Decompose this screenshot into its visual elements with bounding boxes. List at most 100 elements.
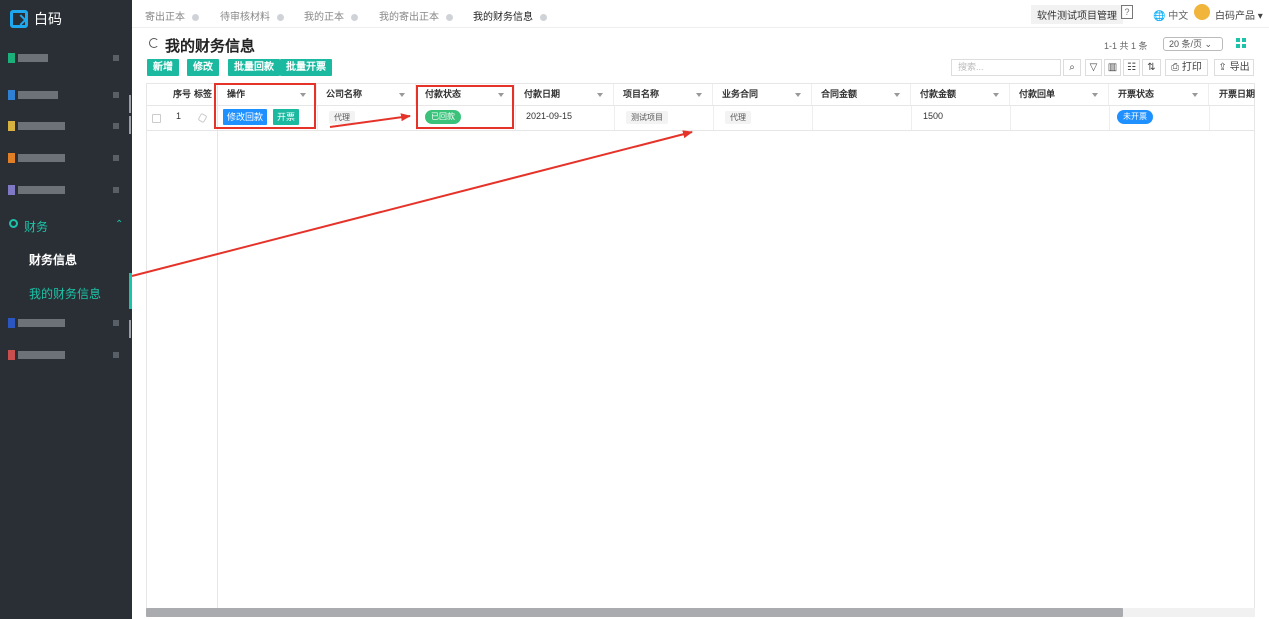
column-header-contract[interactable]: 业务合同 xyxy=(713,84,812,105)
header-label: 合同金额 xyxy=(821,89,858,99)
menu-color-icon xyxy=(8,318,15,328)
sidebar: 白码 财务 ⌃ 财务信息 我的财务信息 xyxy=(0,0,132,619)
active-indicator xyxy=(129,273,132,309)
collapse-handle[interactable] xyxy=(129,116,131,134)
chevron-icon xyxy=(113,352,119,358)
batch-payment-button[interactable]: 批量回款 xyxy=(228,59,280,76)
column-header-company[interactable]: 公司名称 xyxy=(317,84,416,105)
header-label: 公司名称 xyxy=(326,89,363,99)
user-name: 白码产品 xyxy=(1215,11,1255,22)
tab-pending-review[interactable]: 待审核材料 xyxy=(220,8,284,23)
sort-icon[interactable]: ⇅ xyxy=(1142,59,1161,76)
batch-invoice-button[interactable]: 批量开票 xyxy=(280,59,332,76)
blurred-label xyxy=(18,319,65,327)
header-label: 付款金额 xyxy=(920,89,957,99)
export-button[interactable]: ⇪ 导出 xyxy=(1214,59,1254,76)
sidebar-item-2[interactable] xyxy=(0,79,132,111)
language-switch[interactable]: 🌐 中文 xyxy=(1153,7,1188,22)
caret-down-icon xyxy=(993,93,999,97)
frozen-column-divider xyxy=(217,84,218,612)
close-icon[interactable] xyxy=(192,13,199,21)
user-menu[interactable]: 白码产品 ▾ xyxy=(1215,7,1263,22)
header-label: 付款回单 xyxy=(1019,89,1056,99)
header-label: 项目名称 xyxy=(623,89,660,99)
column-header-project[interactable]: 项目名称 xyxy=(614,84,713,105)
collapse-handle[interactable] xyxy=(129,95,131,113)
row-checkbox[interactable] xyxy=(152,114,161,123)
page-size-select[interactable]: 20 条/页 ⌄ xyxy=(1163,37,1223,51)
close-icon[interactable] xyxy=(540,13,547,21)
export-label: 导出 xyxy=(1229,62,1250,73)
column-header-invoice-date[interactable]: 开票日期 xyxy=(1209,84,1256,105)
page-title: 我的财务信息 xyxy=(165,38,256,55)
sidebar-subitem-my-finance-info[interactable]: 我的财务信息 xyxy=(29,285,101,302)
chevron-up-icon: ⌃ xyxy=(115,219,124,230)
menu-color-icon xyxy=(8,350,15,360)
edit-button[interactable]: 修改 xyxy=(187,59,219,76)
project-chip: 测试项目 xyxy=(626,111,668,124)
blurred-label xyxy=(18,186,65,194)
blurred-label xyxy=(18,351,65,359)
sidebar-subitem-finance-info[interactable]: 财务信息 xyxy=(29,251,77,268)
column-header-payment-amount[interactable]: 付款金额 xyxy=(911,84,1010,105)
tab-my-original[interactable]: 我的正本 xyxy=(304,8,358,23)
collapse-handle[interactable] xyxy=(129,320,131,338)
sidebar-item-3[interactable] xyxy=(0,110,132,142)
close-icon[interactable] xyxy=(446,13,453,21)
page-size-value: 20 条/页 xyxy=(1169,39,1203,49)
column-header-payment-date[interactable]: 付款日期 xyxy=(515,84,614,105)
horizontal-scrollbar[interactable] xyxy=(146,608,1255,617)
column-header-contract-amount[interactable]: 合同金额 xyxy=(812,84,911,105)
caret-down-icon xyxy=(696,93,702,97)
column-header-receipt[interactable]: 付款回单 xyxy=(1010,84,1109,105)
invoice-status-badge: 未开票 xyxy=(1117,110,1153,124)
project-switch-button[interactable]: 软件测试项目管理 xyxy=(1031,5,1123,24)
scrollbar-thumb[interactable] xyxy=(146,608,1123,617)
sidebar-item-6[interactable] xyxy=(0,307,132,339)
top-bar: 寄出正本 待审核材料 我的正本 我的寄出正本 我的财务信息 软件测试项目管理 ?… xyxy=(132,0,1269,28)
blurred-label xyxy=(18,91,58,99)
search-icon[interactable]: ⌕ xyxy=(1063,59,1081,76)
sidebar-item-4[interactable] xyxy=(0,142,132,174)
refresh-icon[interactable] xyxy=(149,38,159,48)
sidebar-item-7[interactable] xyxy=(0,339,132,371)
sidebar-item-1[interactable] xyxy=(0,42,132,74)
close-icon[interactable] xyxy=(277,13,284,21)
avatar[interactable] xyxy=(1194,4,1210,20)
caret-down-icon xyxy=(795,93,801,97)
tab-label: 我的财务信息 xyxy=(473,12,533,23)
divider xyxy=(147,130,1254,131)
tab-label: 我的寄出正本 xyxy=(379,12,439,23)
column-header-index[interactable]: 序号 xyxy=(147,84,191,105)
close-icon[interactable] xyxy=(351,13,358,21)
chevron-icon xyxy=(113,320,119,326)
tab-send-original[interactable]: 寄出正本 xyxy=(145,8,199,23)
menu-color-icon xyxy=(8,185,15,195)
header-label: 业务合同 xyxy=(722,89,759,99)
annotation-box-payment-status xyxy=(416,85,514,129)
add-button[interactable]: 新增 xyxy=(147,59,179,76)
tab-my-finance-info[interactable]: 我的财务信息 xyxy=(473,8,547,23)
tab-my-sent-original[interactable]: 我的寄出正本 xyxy=(379,8,453,23)
layout-grid-icon[interactable] xyxy=(1236,38,1246,48)
filter-icon[interactable]: ▽ xyxy=(1085,59,1102,76)
company-chip: 代理 xyxy=(329,111,355,124)
blurred-label xyxy=(18,154,65,162)
caret-down-icon xyxy=(1192,93,1198,97)
tag-icon[interactable] xyxy=(197,112,208,124)
column-header-invoice-status[interactable]: 开票状态 xyxy=(1109,84,1209,105)
print-button[interactable]: ⎙ 打印 xyxy=(1165,59,1208,76)
search-input[interactable]: 搜索... xyxy=(951,59,1061,76)
annotation-box-actions xyxy=(214,83,316,129)
sidebar-item-finance[interactable]: 财务 xyxy=(24,218,48,235)
question-icon[interactable]: ? xyxy=(1121,5,1133,19)
tab-label: 待审核材料 xyxy=(220,12,270,23)
settings-icon[interactable]: ☷ xyxy=(1123,59,1140,76)
sidebar-item-5[interactable] xyxy=(0,174,132,206)
finance-icon xyxy=(9,219,18,228)
app-logo[interactable]: 白码 xyxy=(10,9,62,29)
chart-icon[interactable]: ▥ xyxy=(1104,59,1121,76)
chevron-icon xyxy=(113,123,119,129)
chevron-icon xyxy=(113,55,119,61)
header-label: 付款日期 xyxy=(524,89,561,99)
